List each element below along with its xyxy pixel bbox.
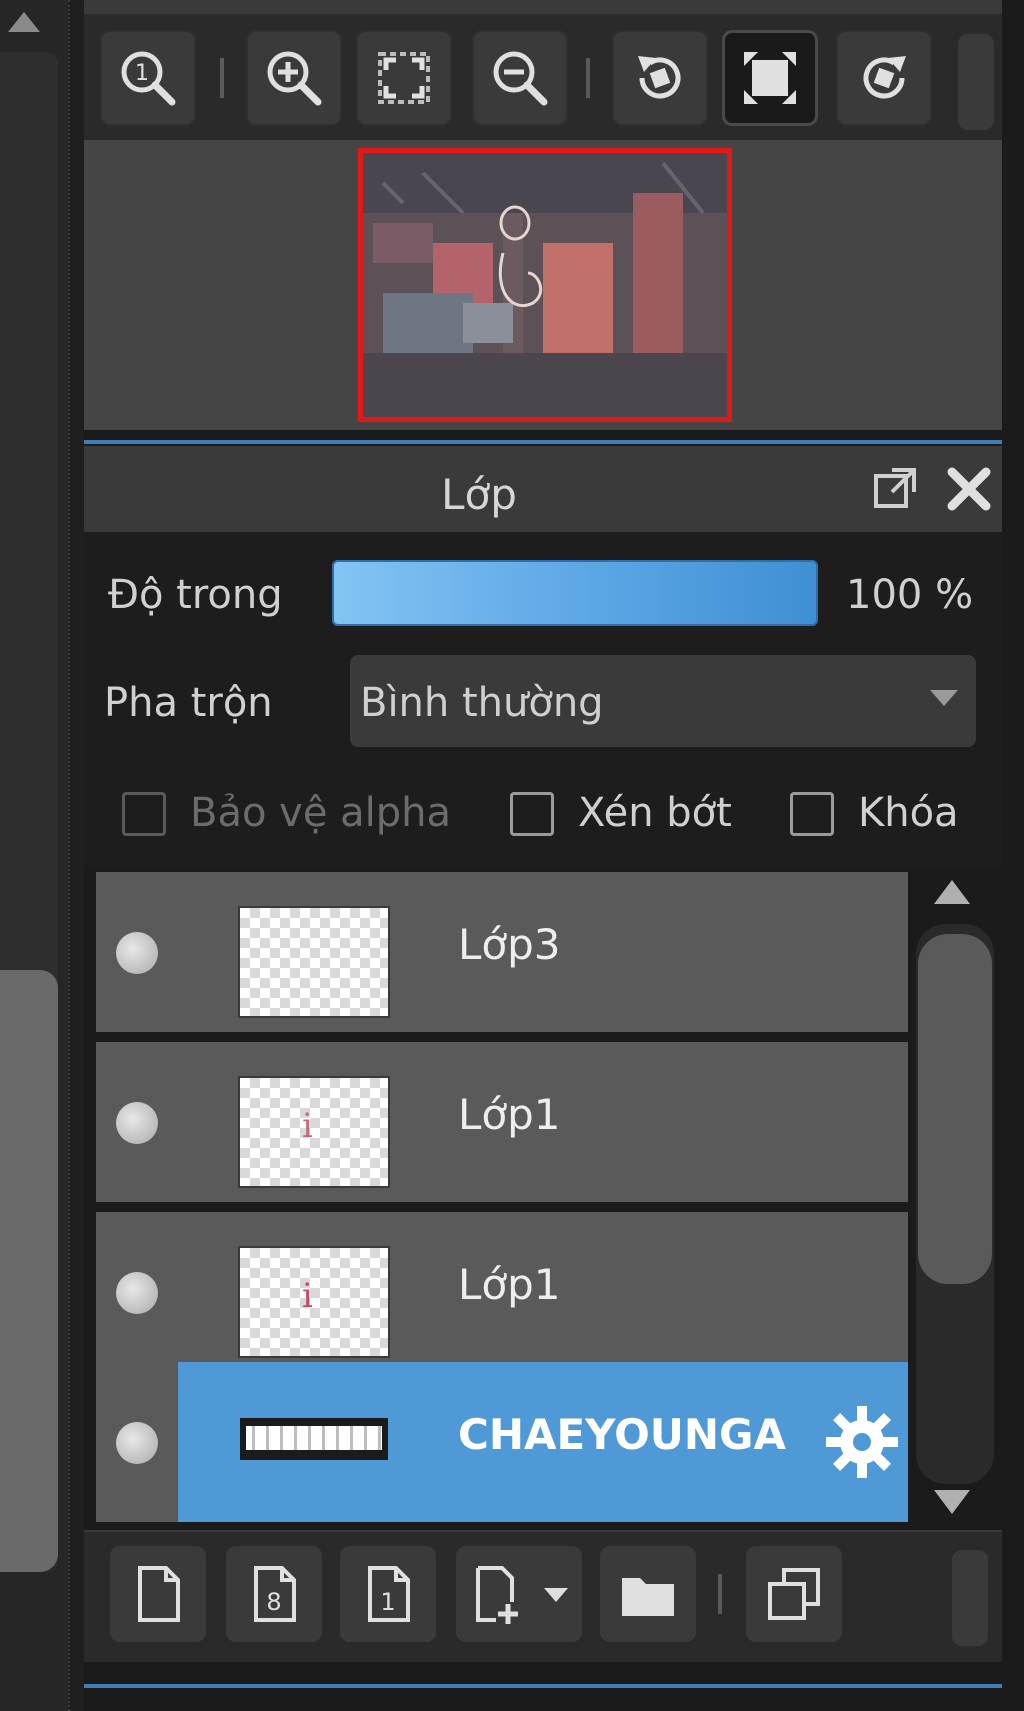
1bit-layer-icon: 1: [368, 1566, 410, 1622]
duplicate-layer-button[interactable]: [746, 1546, 842, 1642]
fit-window-button[interactable]: [722, 30, 818, 126]
toolbar-divider: [718, 1574, 722, 1614]
zoom-in-icon: [267, 51, 322, 106]
new-page-icon: [138, 1566, 180, 1622]
layer-thumbnail: i: [240, 1248, 388, 1356]
popout-icon[interactable]: [870, 464, 920, 514]
dropdown-arrow-icon: [544, 1588, 568, 1602]
gear-icon[interactable]: [822, 1402, 902, 1482]
left-scrollbar-thumb[interactable]: [0, 970, 58, 1572]
lock-checkbox[interactable]: [790, 792, 834, 836]
toolbar-overflow[interactable]: [952, 1550, 988, 1646]
layer-name: CHAEYOUNGA: [458, 1410, 787, 1459]
8bit-layer-icon: 8: [254, 1566, 296, 1622]
visibility-toggle[interactable]: [116, 1422, 158, 1464]
zoom-actual-icon: 1: [121, 51, 176, 106]
layer-name: Lớp1: [458, 1090, 561, 1139]
blend-mode-label: Pha trộn: [104, 680, 273, 726]
add-layer-menu-button[interactable]: [456, 1546, 582, 1642]
panel-separator[interactable]: [68, 0, 84, 1711]
layer-thumbnail: [240, 908, 388, 1016]
layer-thumbnail: [240, 1418, 388, 1460]
layer-row[interactable]: i Lớp1: [96, 1042, 908, 1206]
new-8bit-layer-button[interactable]: 8: [226, 1546, 322, 1642]
toolbar-overflow[interactable]: [958, 34, 994, 130]
visibility-toggle[interactable]: [116, 1272, 158, 1314]
layer-row[interactable]: Lớp3: [96, 872, 908, 1036]
canvas-thumbnail[interactable]: [358, 148, 732, 422]
new-layer-button[interactable]: [110, 1546, 206, 1642]
svg-text:1: 1: [380, 1588, 395, 1616]
zoom-actual-button[interactable]: 1: [100, 30, 196, 126]
canvas-preview-image: [363, 153, 727, 417]
lock-label: Khóa: [858, 790, 959, 836]
scroll-up-icon[interactable]: [934, 880, 970, 904]
fit-window-icon: [744, 52, 796, 104]
toolbar-divider: [220, 58, 224, 98]
chevron-down-icon: [930, 690, 958, 706]
clip-checkbox[interactable]: [510, 792, 554, 836]
folder-icon: [622, 1578, 674, 1616]
zoom-out-icon: [493, 51, 548, 106]
zoom-out-button[interactable]: [472, 30, 568, 126]
fit-screen-button[interactable]: [356, 30, 452, 126]
layer-thumbnail: i: [240, 1078, 388, 1186]
toolbar-divider: [586, 58, 590, 98]
rotate-left-button[interactable]: [612, 30, 708, 126]
scroll-down-icon[interactable]: [934, 1490, 970, 1514]
visibility-toggle[interactable]: [116, 932, 158, 974]
rotate-right-icon: [863, 56, 906, 99]
new-folder-button[interactable]: [600, 1546, 696, 1642]
opacity-value: 100 %: [846, 572, 974, 618]
svg-text:8: 8: [266, 1588, 281, 1616]
rotate-left-icon: [638, 56, 681, 99]
add-layer-icon: [476, 1566, 518, 1624]
visibility-toggle[interactable]: [116, 1102, 158, 1144]
layer-name: Lớp3: [458, 920, 561, 969]
layer-row[interactable]: i Lớp1: [96, 1212, 908, 1376]
layer-list-scrollbar-thumb[interactable]: [918, 934, 992, 1284]
opacity-label: Độ trong: [108, 572, 283, 618]
panel-title: Lớp: [441, 470, 517, 519]
protect-alpha-label: Bảo vệ alpha: [190, 790, 452, 836]
new-1bit-layer-button[interactable]: 1: [340, 1546, 436, 1642]
panel-divider: [84, 1684, 1002, 1688]
left-scroll-up-icon[interactable]: [8, 12, 40, 32]
opacity-slider[interactable]: [332, 560, 818, 626]
protect-alpha-checkbox[interactable]: [122, 792, 166, 836]
duplicate-icon: [768, 1568, 820, 1620]
rotate-right-button[interactable]: [836, 30, 932, 126]
svg-text:1: 1: [135, 61, 149, 86]
panel-divider: [84, 440, 1002, 444]
clip-label: Xén bớt: [578, 790, 732, 836]
blend-mode-value: Bình thường: [360, 680, 604, 726]
layer-row-selected[interactable]: CHAEYOUNGA: [96, 1362, 908, 1522]
layer-name: Lớp1: [458, 1260, 561, 1309]
close-icon[interactable]: [944, 464, 994, 514]
zoom-in-button[interactable]: [246, 30, 342, 126]
fit-screen-icon: [378, 52, 430, 104]
navigator-toolbar-edge: [84, 0, 1002, 14]
